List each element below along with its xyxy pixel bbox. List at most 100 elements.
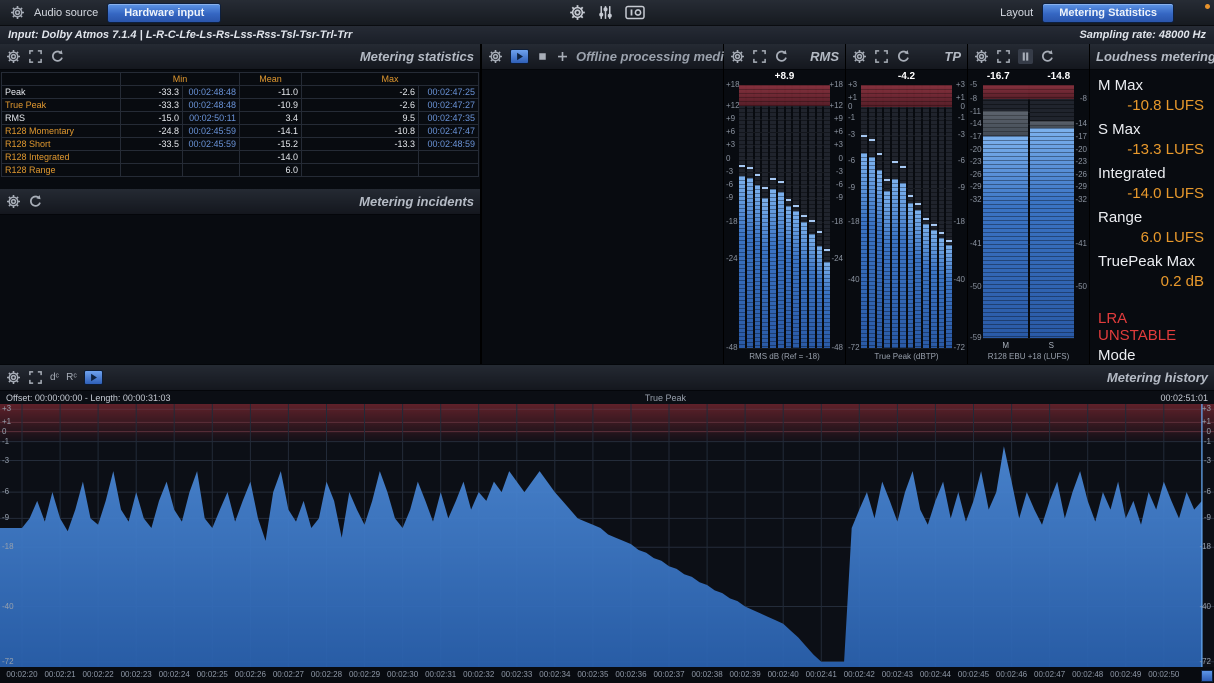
rc-mode-icon[interactable]: Rᶜ bbox=[66, 372, 77, 383]
peak-hold-mark bbox=[817, 231, 823, 233]
gear-icon[interactable] bbox=[6, 370, 21, 385]
s-max-label: S Max bbox=[1098, 121, 1206, 138]
short-column-label: S bbox=[1029, 341, 1075, 350]
meter-bar-fill bbox=[786, 206, 792, 348]
scale-tick: -23 bbox=[970, 158, 982, 166]
plus-icon[interactable] bbox=[556, 50, 569, 63]
meter-bar bbox=[817, 85, 823, 348]
refresh-icon[interactable] bbox=[28, 194, 43, 209]
gear-icon[interactable] bbox=[974, 49, 989, 64]
expand-icon[interactable] bbox=[28, 49, 43, 64]
scale-tick: +18 bbox=[829, 81, 843, 89]
table-cell: R128 Short bbox=[2, 138, 121, 151]
scale-tick: -41 bbox=[970, 240, 982, 248]
meter-bar bbox=[786, 85, 792, 348]
refresh-icon[interactable] bbox=[1040, 49, 1055, 64]
table-cell: -14.0 bbox=[240, 151, 302, 164]
col-header-max: Max bbox=[302, 73, 479, 86]
table-cell: -15.0 bbox=[121, 112, 183, 125]
metering-statistics-button[interactable]: Metering Statistics bbox=[1042, 3, 1174, 23]
scale-tick: -48 bbox=[831, 344, 843, 352]
gear-icon[interactable] bbox=[10, 5, 25, 20]
resize-grip[interactable] bbox=[1201, 670, 1213, 682]
history-scale-tick: -1 bbox=[1204, 438, 1211, 446]
status-led bbox=[1205, 4, 1210, 9]
meter-bar-fill bbox=[908, 203, 914, 348]
meter-bar bbox=[915, 85, 921, 348]
meter-bar-fill bbox=[793, 211, 799, 348]
table-row: R128 Range6.0 bbox=[2, 164, 479, 177]
scale-tick: -20 bbox=[970, 146, 982, 154]
layout-button[interactable]: Layout bbox=[1000, 7, 1033, 19]
refresh-icon[interactable] bbox=[50, 49, 65, 64]
table-cell: 00:02:48:48 bbox=[183, 86, 240, 99]
play-button[interactable] bbox=[84, 370, 103, 385]
expand-icon[interactable] bbox=[874, 49, 889, 64]
peak-hold-mark bbox=[939, 232, 945, 234]
table-cell: R128 Momentary bbox=[2, 125, 121, 138]
meter-bar bbox=[747, 85, 753, 348]
table-cell: 00:02:45:59 bbox=[183, 138, 240, 151]
history-chart[interactable]: +3+3+1+100-1-1-3-3-6-6-9-9-18-18-40-40-7… bbox=[0, 404, 1214, 667]
meter-bar bbox=[869, 85, 875, 348]
gear-icon[interactable] bbox=[569, 4, 586, 21]
scale-tick: -26 bbox=[1075, 171, 1087, 179]
play-button[interactable] bbox=[510, 49, 529, 64]
stop-icon[interactable] bbox=[536, 50, 549, 63]
meter-bar-fill bbox=[861, 153, 867, 348]
pause-button[interactable] bbox=[1018, 49, 1033, 64]
dc-mode-icon[interactable]: dᶜ bbox=[50, 372, 59, 383]
scale-tick: -5 bbox=[970, 81, 977, 89]
history-time-label: 00:02:42 bbox=[839, 670, 879, 679]
refresh-icon[interactable] bbox=[896, 49, 911, 64]
scale-tick: +3 bbox=[834, 141, 843, 149]
history-scale-tick: -72 bbox=[1199, 658, 1211, 666]
meter-bar bbox=[762, 85, 768, 348]
scale-tick: -26 bbox=[970, 171, 982, 179]
history-time-label: 00:02:31 bbox=[421, 670, 461, 679]
scale-tick: -1 bbox=[958, 114, 965, 122]
io-routing-icon[interactable] bbox=[625, 4, 645, 21]
max-hold-zone bbox=[983, 111, 1028, 136]
history-scale-tick: -9 bbox=[1204, 514, 1211, 522]
hardware-input-button[interactable]: Hardware input bbox=[107, 3, 221, 23]
history-time-label: 00:02:20 bbox=[2, 670, 42, 679]
scale-tick: +3 bbox=[726, 141, 735, 149]
meter-bar-fill bbox=[770, 189, 776, 348]
integrated-label: Integrated bbox=[1098, 165, 1206, 182]
scale-tick: -32 bbox=[970, 196, 982, 204]
gear-icon[interactable] bbox=[488, 49, 503, 64]
rms-meter: +18+12+9+6+30-3-6-9-18-24-48+18+12+9+6+3… bbox=[724, 85, 845, 348]
history-scale-tick: -6 bbox=[2, 488, 9, 496]
gear-icon[interactable] bbox=[6, 49, 21, 64]
play-icon bbox=[514, 51, 525, 62]
table-cell bbox=[419, 164, 479, 177]
meter-bar-fill bbox=[892, 179, 898, 348]
gear-icon[interactable] bbox=[852, 49, 867, 64]
range-value: 6.0 LUFS bbox=[1098, 229, 1204, 246]
expand-icon[interactable] bbox=[28, 370, 43, 385]
history-time-label: 00:02:44 bbox=[915, 670, 955, 679]
refresh-icon[interactable] bbox=[774, 49, 789, 64]
expand-icon[interactable] bbox=[996, 49, 1011, 64]
panel-title: Loudness metering bbox=[1096, 49, 1214, 64]
table-cell: 00:02:47:47 bbox=[419, 125, 479, 138]
gear-icon[interactable] bbox=[6, 194, 21, 209]
scale-tick: -59 bbox=[970, 334, 982, 342]
peak-hold-mark bbox=[877, 153, 883, 155]
table-cell: RMS bbox=[2, 112, 121, 125]
scale-tick: -9 bbox=[958, 184, 965, 192]
history-scale-tick: -72 bbox=[2, 658, 14, 666]
gear-icon[interactable] bbox=[730, 49, 745, 64]
meter-bar bbox=[739, 85, 745, 348]
loudness-meter-panel: -16.7 -14.8 -5-8-11-14-17-20-23-26-29-32… bbox=[968, 44, 1089, 364]
meter-bar-fill bbox=[817, 246, 823, 348]
peak-hold-mark bbox=[892, 161, 898, 163]
sliders-icon[interactable] bbox=[597, 4, 614, 21]
panel-title: Metering history bbox=[110, 370, 1208, 385]
input-info-bar: Input: Dolby Atmos 7.1.4 | L-R-C-Lfe-Ls-… bbox=[0, 26, 1214, 44]
expand-icon[interactable] bbox=[752, 49, 767, 64]
scale-tick: 0 bbox=[848, 103, 852, 111]
panel-header: RMS bbox=[724, 44, 845, 70]
meter-bar-fill bbox=[739, 176, 745, 348]
